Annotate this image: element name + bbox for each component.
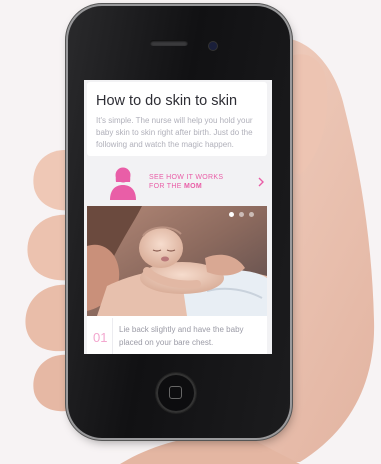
carousel-dot-3[interactable] — [249, 212, 254, 217]
intro-card: How to do skin to skin It's simple. The … — [87, 82, 267, 156]
page-title: How to do skin to skin — [96, 93, 238, 109]
step-card[interactable]: 01 Lie back slightly and have the baby p… — [87, 206, 267, 354]
mom-link-prefix: FOR THE — [149, 183, 182, 190]
mom-link-label: SEE HOW IT WORKS FOR THE MOM — [149, 173, 223, 191]
front-camera-icon — [209, 42, 217, 50]
home-square-icon — [169, 386, 182, 399]
step-instruction: Lie back slightly and have the baby plac… — [119, 325, 244, 347]
chevron-right-icon — [258, 177, 264, 187]
mother-silhouette-icon — [110, 167, 136, 200]
carousel-dots[interactable] — [229, 212, 254, 217]
app-screen: How to do skin to skin It's simple. The … — [84, 80, 272, 354]
step-number: 01 — [93, 330, 108, 345]
mom-link-emphasis: MOM — [183, 183, 202, 190]
mom-link-line1: SEE HOW IT WORKS — [149, 174, 224, 181]
step-divider — [112, 318, 113, 354]
phone-speaker — [150, 40, 188, 46]
intro-description: It's simple. The nurse will help you hol… — [96, 116, 253, 149]
mother-baby-photo — [87, 206, 267, 316]
see-how-it-works-mom-link[interactable]: SEE HOW IT WORKS FOR THE MOM — [87, 165, 267, 201]
carousel-dot-2[interactable] — [239, 212, 244, 217]
carousel-dot-1[interactable] — [229, 212, 234, 217]
mom-link-line2: FOR THE MOM — [149, 182, 223, 191]
